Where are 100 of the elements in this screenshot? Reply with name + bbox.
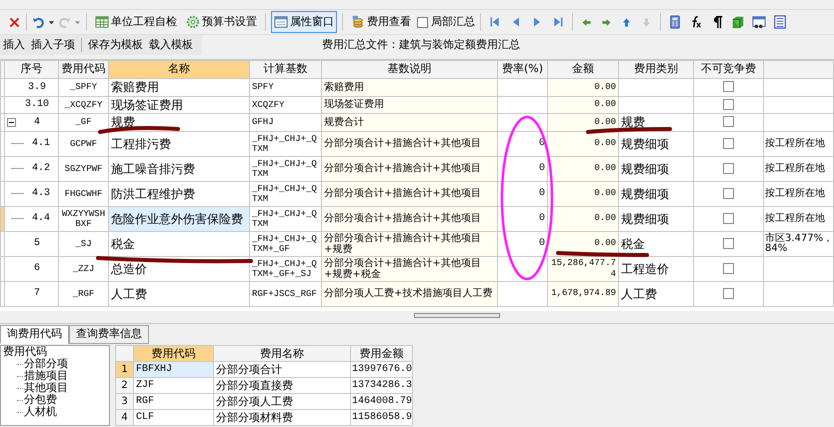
first-icon[interactable] <box>489 16 501 28</box>
checkbox[interactable] <box>723 238 734 249</box>
tab[interactable]: 询费用代码 <box>0 325 69 344</box>
left-arrow-icon[interactable] <box>581 16 592 28</box>
checkbox[interactable] <box>723 138 734 149</box>
table-cell: _FHJ+_CHJ+_QTXM <box>252 184 317 204</box>
table-cell: 分部分项合计 <box>214 362 350 378</box>
expand-toggle[interactable] <box>7 118 16 127</box>
up-arrow-icon[interactable] <box>621 16 632 28</box>
row-marker[interactable] <box>0 181 4 206</box>
checkbox[interactable] <box>723 116 734 128</box>
column-header[interactable]: 计算基数 <box>250 60 322 78</box>
tree-line <box>11 193 24 194</box>
checkbox[interactable] <box>723 262 734 274</box>
tab[interactable]: 查询费率信息 <box>69 325 149 344</box>
row-marker[interactable] <box>0 96 4 114</box>
row-header[interactable]: 4 <box>116 410 134 426</box>
table-cell: 0.00 <box>594 213 616 223</box>
toolbar-button[interactable]: 预算书设置 <box>183 11 260 33</box>
table-cell: 按工程所在地 <box>765 212 825 224</box>
toolbar-button[interactable]: 插入子项 <box>28 36 78 54</box>
column-header[interactable]: 费用代码 <box>58 60 108 78</box>
row-marker[interactable] <box>0 231 4 256</box>
right-arrow-icon[interactable] <box>601 16 612 28</box>
table-cell-text: 4.1 <box>32 137 50 151</box>
tree-item[interactable]: 措施项目 <box>24 370 68 382</box>
table-cell: 1,678,974.89 <box>551 288 616 298</box>
table-cell: 规费细项 <box>621 136 669 150</box>
toolbar-button[interactable]: 保存为模板 <box>85 36 146 54</box>
tree-item[interactable]: 分部分项 <box>24 358 68 370</box>
table-cell-text: 6 <box>34 262 40 276</box>
table-cell: 现场签证费用 <box>324 99 384 110</box>
checkbox[interactable] <box>723 188 734 199</box>
tree-item[interactable]: 费用代码 <box>3 346 47 358</box>
tree-item[interactable]: 其他项目 <box>24 382 68 394</box>
table-cell: RGF <box>134 394 214 410</box>
row-header[interactable]: 2 <box>116 378 134 394</box>
column-header[interactable]: 基数说明 <box>322 60 498 78</box>
column-header[interactable]: 名称 <box>108 60 250 78</box>
table-cell: 规费细项 <box>621 162 669 176</box>
tree-item[interactable]: 人材机 <box>24 406 57 418</box>
table-cell: 规费 <box>621 115 645 130</box>
toolbar-button[interactable]: 属性窗口 <box>271 11 337 33</box>
table-cell: 现场签证费用 <box>111 98 183 112</box>
close-icon[interactable] <box>8 16 21 28</box>
table-cell: RGF+JSCS_RGF <box>252 288 317 298</box>
table-cell: 分部分项人工费+技术措施项目人工费 <box>324 288 492 299</box>
table-cell: GFHJ <box>252 117 274 128</box>
row-marker[interactable] <box>0 206 4 231</box>
column-header[interactable]: 费用类别 <box>618 60 694 78</box>
row-marker[interactable] <box>0 114 4 131</box>
checkbox[interactable] <box>723 98 734 110</box>
splitter-handle[interactable] <box>414 313 500 318</box>
table-cell: 11586058.9 <box>350 410 412 426</box>
row-header[interactable]: 3 <box>116 394 134 410</box>
row-marker[interactable] <box>0 281 4 306</box>
checkbox[interactable] <box>723 288 734 299</box>
undo-icon[interactable] <box>32 16 45 28</box>
toolbar-button[interactable]: 单位工程自检 <box>92 11 180 33</box>
table-cell: 分部分项合计+措施合计+其他项目+规费+税金 <box>324 258 481 280</box>
toolbar-button[interactable]: 插入 <box>0 36 28 54</box>
checkbox[interactable] <box>723 81 734 92</box>
column-header[interactable]: 序号 <box>4 60 58 78</box>
checkbox[interactable] <box>723 162 734 174</box>
row-marker[interactable] <box>0 131 4 156</box>
table-cell: 1464008.79 <box>350 394 412 410</box>
tree-item[interactable]: 分包费 <box>24 394 57 406</box>
table-cell: 0 <box>538 188 545 199</box>
last-icon[interactable] <box>552 16 564 28</box>
column-header[interactable]: 费率(%) <box>498 60 548 78</box>
table-cell-text: 4 <box>34 116 40 130</box>
table-cell: 13734286.3 <box>350 378 412 394</box>
table-cell: SPFY <box>252 82 274 92</box>
column-header[interactable]: 金额 <box>548 60 618 78</box>
column-header[interactable]: 不可竞争费 <box>694 60 764 78</box>
checkbox[interactable] <box>417 16 428 28</box>
window-icon[interactable] <box>752 15 766 29</box>
cube-icon[interactable] <box>731 15 745 29</box>
column-header[interactable]: 费用金额 <box>350 346 412 362</box>
column-header[interactable]: 费用名称 <box>214 346 350 362</box>
toolbar-button[interactable]: 载入模板 <box>146 36 196 54</box>
row-marker[interactable] <box>0 256 4 281</box>
caret-icon[interactable] <box>48 18 55 26</box>
row-marker[interactable] <box>0 156 4 181</box>
row-header[interactable]: 1 <box>116 362 134 378</box>
checkbox[interactable] <box>723 212 734 224</box>
table-cell-text: 3.10 <box>24 98 49 112</box>
table-cell: 规费 <box>111 115 135 130</box>
row-marker[interactable] <box>0 78 4 96</box>
table-cell: _FHJ+_CHJ+_QTXM+_GF+_SJ <box>252 258 317 278</box>
column-header[interactable]: 费用代码 <box>134 346 214 362</box>
checkbox-label[interactable]: 局部汇总 <box>431 14 475 30</box>
table-cell: 市区3.477%， 84% <box>765 232 834 254</box>
table-cell: CLF <box>134 410 214 426</box>
table-cell: 工程排污费 <box>111 136 171 150</box>
tree-line <box>11 143 24 144</box>
tree-line <box>11 168 24 169</box>
list-icon[interactable] <box>773 15 787 29</box>
toolbar-button[interactable]: 费用查看 <box>348 11 414 33</box>
calculator-icon[interactable] <box>668 15 682 29</box>
